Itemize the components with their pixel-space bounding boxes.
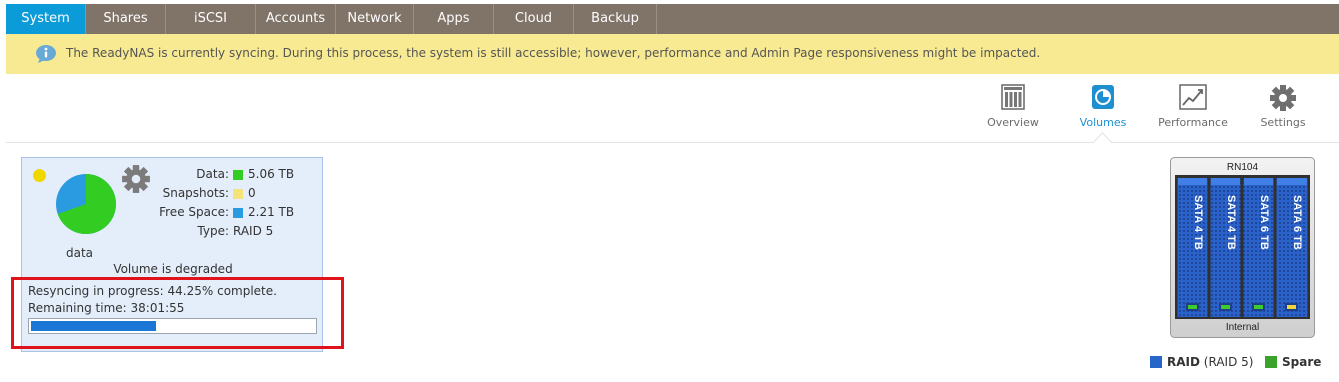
stat-data-value: 5.06 TB bbox=[248, 167, 295, 181]
subnav-volumes[interactable]: Volumes bbox=[1063, 84, 1143, 129]
stat-free-value: 2.21 TB bbox=[248, 205, 295, 219]
disk-1-status-led bbox=[1188, 305, 1197, 309]
subnav-settings-label: Settings bbox=[1260, 116, 1306, 129]
volume-degraded-status: Volume is degraded bbox=[113, 262, 233, 276]
stat-data-label-wrap: Data: bbox=[22, 167, 229, 183]
raid-legend-detail: (RAID 5) bbox=[1203, 355, 1254, 369]
snapshots-color-swatch bbox=[233, 189, 243, 199]
disk-4-status-led bbox=[1287, 305, 1296, 309]
spare-legend-swatch bbox=[1265, 356, 1277, 368]
legend-raid: RAID (RAID 5) bbox=[1150, 355, 1253, 369]
tab-iscsi[interactable]: iSCSI bbox=[166, 4, 256, 34]
volume-name: data bbox=[66, 246, 94, 260]
tab-accounts[interactable]: Accounts bbox=[256, 4, 336, 34]
nas-device-diagram[interactable]: RN104 SATA 4 TB SATA 4 TB SATA 6 TB SATA… bbox=[1170, 157, 1315, 338]
device-model-label: RN104 bbox=[1227, 162, 1259, 173]
subnav-performance-label: Performance bbox=[1158, 116, 1228, 129]
tab-shares[interactable]: Shares bbox=[86, 4, 166, 34]
top-nav: System Shares iSCSI Accounts Network App… bbox=[6, 4, 1339, 34]
banner-message: The ReadyNAS is currently syncing. Durin… bbox=[66, 46, 1041, 60]
resync-highlight-box bbox=[11, 277, 344, 349]
spare-legend-label: Spare bbox=[1282, 355, 1322, 369]
disk-4-label: SATA 6 TB bbox=[1291, 195, 1303, 250]
subnav-overview[interactable]: Overview bbox=[973, 84, 1053, 129]
legend-spare: Spare bbox=[1265, 355, 1321, 369]
volumes-icon bbox=[1092, 85, 1114, 109]
disk-bay-2: SATA 4 TB bbox=[1210, 178, 1241, 317]
subnav-settings[interactable]: Settings bbox=[1243, 84, 1323, 129]
stat-snapshots-value: 0 bbox=[248, 186, 256, 200]
stat-type-label: Type: bbox=[197, 224, 229, 238]
stat-snapshots-label-wrap: Snapshots: bbox=[22, 186, 229, 202]
performance-icon bbox=[1179, 84, 1207, 110]
stat-type-value: RAID 5 bbox=[233, 224, 274, 238]
disk-1-label: SATA 4 TB bbox=[1192, 195, 1204, 250]
active-tab-pointer bbox=[1093, 132, 1112, 151]
disk-bay-4: SATA 6 TB bbox=[1276, 178, 1308, 317]
subnav-performance[interactable]: Performance bbox=[1153, 84, 1233, 129]
free-color-swatch bbox=[233, 208, 243, 218]
data-color-swatch bbox=[233, 170, 243, 180]
stat-type-label-wrap: Type: bbox=[22, 224, 229, 240]
disk-2-label: SATA 4 TB bbox=[1225, 195, 1237, 250]
raid-legend-swatch bbox=[1150, 356, 1162, 368]
raid-legend-label: RAID bbox=[1167, 355, 1200, 369]
tab-backup[interactable]: Backup bbox=[574, 4, 657, 34]
stat-snapshots-label: Snapshots: bbox=[162, 186, 229, 200]
disk-bay-1: SATA 4 TB bbox=[1177, 178, 1208, 317]
stat-free-label: Free Space: bbox=[159, 205, 229, 219]
subnav-overview-label: Overview bbox=[987, 116, 1039, 129]
tab-apps[interactable]: Apps bbox=[414, 4, 494, 34]
disk-bay-3: SATA 6 TB bbox=[1243, 178, 1274, 317]
disk-3-label: SATA 6 TB bbox=[1258, 195, 1270, 250]
disk-2-status-led bbox=[1221, 305, 1230, 309]
stat-data-label: Data: bbox=[196, 167, 229, 181]
chat-bubble-info-icon bbox=[36, 45, 56, 63]
overview-icon bbox=[1001, 84, 1025, 110]
tab-cloud[interactable]: Cloud bbox=[494, 4, 574, 34]
tab-network[interactable]: Network bbox=[336, 4, 414, 34]
sync-notice-banner: The ReadyNAS is currently syncing. Durin… bbox=[6, 34, 1339, 74]
stat-free-label-wrap: Free Space: bbox=[22, 205, 229, 221]
device-location-label: Internal bbox=[1226, 322, 1259, 333]
subnav-divider bbox=[6, 142, 1339, 143]
subnav-volumes-label: Volumes bbox=[1079, 116, 1127, 129]
settings-icon bbox=[1270, 85, 1296, 111]
tab-system[interactable]: System bbox=[6, 4, 86, 34]
disk-3-status-led bbox=[1254, 305, 1263, 309]
